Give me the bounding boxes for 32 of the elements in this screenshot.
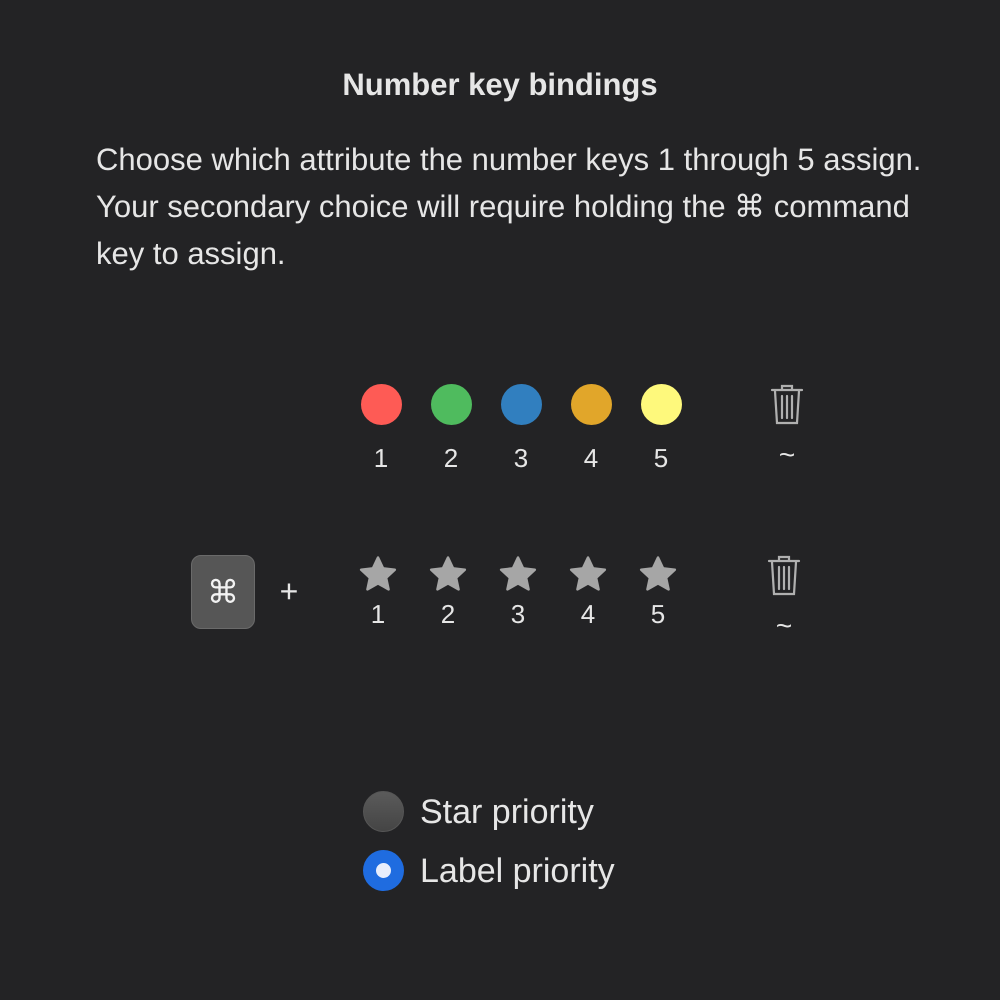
radio-button[interactable] [363, 791, 404, 832]
color-label-dot[interactable] [500, 384, 542, 425]
star-icon[interactable] [638, 555, 678, 593]
clear-key-label: ~ [778, 440, 796, 470]
radio-label[interactable]: Star priority [420, 792, 594, 832]
star-icon[interactable] [568, 555, 608, 593]
command-key: ⌘ [191, 555, 255, 629]
trash-icon[interactable] [770, 384, 804, 426]
description-text: Choose which attribute the number keys 1 through 5 assign. Your secondary choice will require holding the ⌘ command key to assign. [96, 141, 922, 273]
color-label-dot[interactable] [360, 384, 402, 425]
color-label-dot[interactable] [640, 384, 682, 425]
key-number: 1 [370, 599, 386, 629]
star-icon[interactable] [358, 555, 398, 593]
key-number: 4 [584, 443, 598, 473]
color-label-dot[interactable] [430, 384, 472, 425]
key-number: 5 [654, 443, 668, 473]
key-number: 3 [514, 443, 528, 473]
color-label-dot[interactable] [570, 384, 612, 425]
dialog-title: Number key bindings [341, 66, 659, 104]
radio-button[interactable] [363, 850, 404, 891]
key-number: 1 [374, 443, 388, 473]
radio-label[interactable]: Label priority [420, 850, 615, 890]
key-number: 2 [444, 443, 458, 473]
key-number: 2 [440, 599, 456, 629]
key-number: 4 [580, 599, 596, 629]
star-icon[interactable] [428, 555, 468, 593]
star-icon[interactable] [498, 555, 538, 593]
clear-key-label: ~ [776, 611, 792, 641]
trash-icon[interactable] [767, 555, 801, 597]
key-number: 3 [510, 599, 526, 629]
key-number: 5 [650, 599, 666, 629]
plus-sign: + [278, 573, 300, 609]
